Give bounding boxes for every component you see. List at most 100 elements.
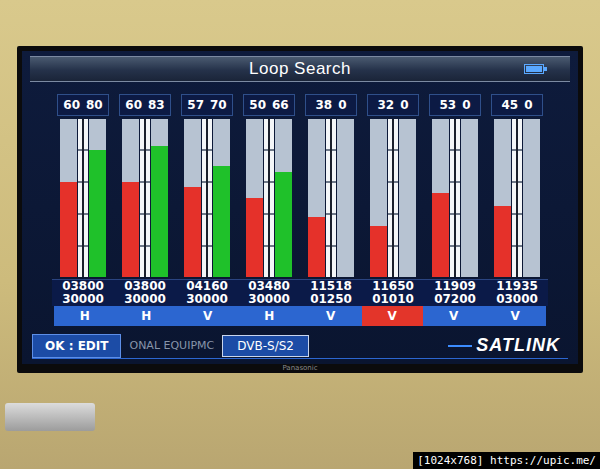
meter-pair [370, 119, 416, 277]
signal-values: 57 70 [181, 94, 233, 116]
transponder-cell: 1151801250 [300, 280, 362, 307]
transponder-cell: 1190907200 [424, 280, 486, 307]
strength-value: 38 [315, 98, 332, 112]
transponder-cell: 1165001010 [362, 280, 424, 307]
polarization-strip: HHVHVVVV [54, 306, 546, 326]
signal-column[interactable]: 57 70 [176, 94, 238, 277]
polarization-cell[interactable]: V [300, 306, 362, 326]
signal-values: 50 66 [243, 94, 295, 116]
polarization-cell[interactable]: V [423, 306, 485, 326]
meter-divider [78, 119, 88, 277]
strength-meter [370, 119, 387, 277]
signal-values: 38 0 [305, 94, 357, 116]
symbol-rate: 30000 [124, 293, 166, 306]
signal-values: 53 0 [429, 94, 481, 116]
transponder-cell: 0380030000 [52, 280, 114, 307]
swoosh-icon [448, 345, 472, 347]
frequency: 03480 [248, 280, 290, 293]
signal-column[interactable]: 60 80 [52, 94, 114, 277]
ok-edit-hint: OK : EDIT [32, 334, 121, 358]
strength-value: 57 [187, 98, 204, 112]
tv-brand: Panasonic [282, 364, 317, 373]
signal-values: 450 [491, 94, 543, 116]
quality-meter [523, 119, 540, 277]
symbol-rate: 01010 [372, 293, 414, 306]
battery-icon [524, 64, 544, 74]
strength-meter [122, 119, 139, 277]
polarization-cell[interactable]: H [54, 306, 116, 326]
quality-meter [151, 119, 168, 277]
signal-column[interactable]: 53 0 [424, 94, 486, 277]
polarization-cell[interactable]: V [177, 306, 239, 326]
meter-divider [264, 119, 274, 277]
strength-meter [60, 119, 77, 277]
meter-pair [494, 119, 540, 277]
signal-column[interactable]: 6083 [114, 94, 176, 277]
frequency: 11650 [372, 280, 414, 293]
transponder-table: 0380030000038003000004160300000348030000… [52, 279, 548, 307]
strength-value: 53 [439, 98, 456, 112]
meter-divider [202, 119, 212, 277]
quality-value: 80 [86, 98, 103, 112]
strength-meter [432, 119, 449, 277]
watermark: [1024x768] https://upic.me/ [413, 452, 600, 469]
transponder-cell: 1193503000 [486, 280, 548, 307]
frequency: 11909 [434, 280, 476, 293]
quality-value: 0 [400, 98, 408, 112]
quality-value: 66 [272, 98, 289, 112]
quality-meter [399, 119, 416, 277]
quality-meter [213, 119, 230, 277]
frequency: 11935 [496, 280, 538, 293]
symbol-rate: 01250 [310, 293, 352, 306]
polarization-cell[interactable]: H [239, 306, 301, 326]
strength-value: 45 [501, 98, 518, 112]
signal-column[interactable]: 50 66 [238, 94, 300, 277]
strength-meter [246, 119, 263, 277]
quality-meter [337, 119, 354, 277]
strength-value: 60 [63, 98, 80, 112]
transponder-cell: 0380030000 [114, 280, 176, 307]
signal-column[interactable]: 38 0 [300, 94, 362, 277]
tv-bezel: Loop Search60806083577050663803205304500… [17, 46, 583, 373]
meter-pair [60, 119, 106, 277]
meter-divider [140, 119, 150, 277]
meter-divider [388, 119, 398, 277]
symbol-rate: 30000 [186, 293, 228, 306]
photo-frame: Loop Search60806083577050663803205304500… [0, 0, 600, 469]
set-top-box [5, 403, 95, 431]
polarization-cell[interactable]: V [362, 306, 424, 326]
transponder-cell: 0416030000 [176, 280, 238, 307]
signal-values: 60 80 [57, 94, 109, 116]
strength-meter [308, 119, 325, 277]
quality-value: 0 [462, 98, 470, 112]
signal-column[interactable]: 32 0 [362, 94, 424, 277]
quality-value: 70 [210, 98, 227, 112]
signal-column[interactable]: 450 [486, 94, 548, 277]
signal-columns: 60 80 6083 57 70 50 66 38 0 32 0 53 0 450 [22, 94, 578, 277]
bezel-bottom: Panasonic [22, 364, 578, 373]
quality-meter [89, 119, 106, 277]
frequency: 03800 [62, 280, 104, 293]
symbol-rate: 30000 [62, 293, 104, 306]
symbol-rate: 07200 [434, 293, 476, 306]
tv-screen: Loop Search60806083577050663803205304500… [22, 51, 578, 364]
meter-pair [246, 119, 292, 277]
strength-value: 50 [249, 98, 266, 112]
symbol-rate: 03000 [496, 293, 538, 306]
meter-divider [512, 119, 522, 277]
quality-value: 0 [338, 98, 346, 112]
logo-text: SATLINK [476, 335, 560, 356]
symbol-rate: 30000 [248, 293, 290, 306]
quality-meter [461, 119, 478, 277]
signal-values: 6083 [119, 94, 171, 116]
standard-label: DVB-S/S2 [222, 335, 309, 357]
background-text: ONAL EQUIPMC [129, 339, 214, 352]
frequency: 11518 [310, 280, 352, 293]
quality-meter [275, 119, 292, 277]
polarization-cell[interactable]: V [485, 306, 547, 326]
polarization-cell[interactable]: H [116, 306, 178, 326]
strength-value: 32 [377, 98, 394, 112]
frequency: 04160 [186, 280, 228, 293]
meter-pair [122, 119, 168, 277]
strength-value: 60 [125, 98, 142, 112]
